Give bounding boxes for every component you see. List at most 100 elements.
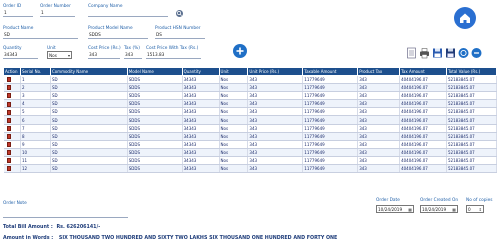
new-document-button[interactable] <box>406 47 417 59</box>
table-cell: SDDS <box>127 164 183 174</box>
save-button[interactable] <box>432 47 443 59</box>
col-taxable-amount: Taxable Amount <box>302 67 359 76</box>
order-note-field[interactable] <box>3 207 123 214</box>
row-action-cell[interactable] <box>3 124 21 133</box>
add-item-button[interactable] <box>233 44 247 58</box>
row-action-cell[interactable] <box>3 83 21 93</box>
table-row[interactable]: 1 SD SDDS 34343 Nos 343 11779649 343 40404196.07… <box>3 75 497 85</box>
copies-label: No of copies <box>466 198 493 203</box>
col-commodity: Commodity Name <box>49 67 128 76</box>
table-cell: SDDS <box>127 75 183 85</box>
table-row[interactable]: 12 SD SDDS 34343 Nos 343 11779649 343 40404196.0… <box>3 164 497 174</box>
quantity-field[interactable]: 34343 <box>3 52 38 59</box>
product-hsn-field[interactable]: DS <box>155 32 205 39</box>
delete-row-icon[interactable] <box>6 117 11 123</box>
table-cell: 343 <box>247 75 304 85</box>
product-hsn-label: Product HSN Number <box>155 26 201 31</box>
table-cell: 52183845.07 <box>446 156 497 166</box>
table-cell: 40404196.07 <box>399 164 447 174</box>
cost-with-tax-field: 1513.83 <box>146 52 201 59</box>
order-date-label: Order Date <box>376 198 400 203</box>
table-cell: 343 <box>247 115 304 125</box>
table-cell: 11779649 <box>302 107 359 117</box>
total-bill-row: Total Bill Amount : Rs. 626206141/- <box>3 225 100 230</box>
quantity-label: Quantity <box>3 46 22 51</box>
table-cell: 11779649 <box>302 83 359 93</box>
row-action-cell[interactable] <box>3 140 21 149</box>
table-cell: 34343 <box>182 99 220 109</box>
col-unit-price: Unit Price (Rs.) <box>247 67 304 76</box>
tax-field[interactable]: 343 <box>124 52 142 59</box>
table-cell: 11779649 <box>302 75 359 85</box>
row-action-cell[interactable] <box>3 132 21 141</box>
table-row[interactable]: 7 SD SDDS 34343 Nos 343 11779649 343 40404196.07… <box>3 124 497 133</box>
row-action-cell[interactable] <box>3 107 21 117</box>
col-action: Action <box>3 67 21 76</box>
row-action-cell[interactable] <box>3 164 21 174</box>
table-cell: Nos <box>219 75 249 85</box>
product-model-field[interactable]: SDDS <box>88 32 148 39</box>
print-button[interactable] <box>419 47 430 59</box>
row-action-cell[interactable] <box>3 148 21 157</box>
disk-button[interactable] <box>445 47 456 59</box>
table-row[interactable]: 8 SD SDDS 34343 Nos 343 11779649 343 40404196.07… <box>3 132 497 141</box>
table-cell: 40404196.07 <box>399 99 447 109</box>
row-action-cell[interactable] <box>3 99 21 109</box>
table-cell: SDDS <box>127 83 183 93</box>
chevron-down-icon: ▾ <box>67 53 70 58</box>
save-icon <box>433 48 442 58</box>
table-cell: 52183845.07 <box>446 115 497 125</box>
table-cell: 52183845.07 <box>446 75 497 85</box>
home-icon <box>460 13 470 23</box>
new-document-icon <box>407 47 416 59</box>
table-row[interactable]: 6 SD SDDS 34343 Nos 343 11779649 343 40404196.07… <box>3 115 497 125</box>
delete-row-icon[interactable] <box>6 142 11 148</box>
cost-price-field[interactable]: 343 <box>88 52 120 59</box>
delete-row-icon[interactable] <box>6 85 11 91</box>
table-row[interactable]: 5 SD SDDS 34343 Nos 343 11779649 343 40404196.07… <box>3 107 497 117</box>
order-date-picker[interactable]: 10/24/2019 ▦ <box>376 205 414 213</box>
row-action-cell[interactable] <box>3 115 21 125</box>
print-icon <box>420 48 429 59</box>
company-name-field[interactable] <box>88 10 168 17</box>
home-button[interactable] <box>454 7 476 29</box>
delete-row-icon[interactable] <box>6 133 11 139</box>
row-action-cell[interactable] <box>3 91 21 101</box>
order-created-picker[interactable]: 10/24/2019 ▦ <box>420 205 458 213</box>
table-cell: 40404196.07 <box>399 124 447 133</box>
order-id-field[interactable]: 1 <box>3 10 33 17</box>
copies-stepper[interactable]: 0 ⇕ <box>466 205 484 213</box>
table-row[interactable]: 10 SD SDDS 34343 Nos 343 11779649 343 40404196.0… <box>3 148 497 157</box>
table-row[interactable]: 2 SD SDDS 34343 Nos 343 11779649 343 40404196.07… <box>3 83 497 93</box>
delete-row-icon[interactable] <box>6 101 11 107</box>
table-cell: 52183845.07 <box>446 99 497 109</box>
table-row[interactable]: 3 SD SDDS 34343 Nos 343 11779649 343 40404196.07… <box>3 91 497 101</box>
table-cell: SDDS <box>127 107 183 117</box>
delete-row-icon[interactable] <box>6 109 11 115</box>
unit-select[interactable]: Nos ▾ <box>47 51 72 59</box>
product-name-label: Product Name <box>3 26 34 31</box>
table-cell: 343 <box>247 164 304 174</box>
table-cell: SD <box>50 107 128 117</box>
refresh-button[interactable] <box>458 47 469 59</box>
order-number-field[interactable]: 1 <box>40 10 75 17</box>
table-cell: 40404196.07 <box>399 140 447 149</box>
delete-button[interactable] <box>471 47 482 59</box>
table-cell: SDDS <box>127 132 183 141</box>
amount-words-value: SIX THOUSAND TWO HUNDRED AND SIXTY TWO L… <box>58 236 338 241</box>
col-tax-amount: Tax Amount <box>399 67 447 76</box>
table-row[interactable]: 11 SD SDDS 34343 Nos 343 11779649 343 40404196.0… <box>3 156 497 166</box>
delete-row-icon[interactable] <box>6 150 11 156</box>
row-action-cell[interactable] <box>3 156 21 166</box>
delete-row-icon[interactable] <box>6 93 11 99</box>
row-action-cell[interactable] <box>3 75 21 85</box>
delete-row-icon[interactable] <box>6 125 11 131</box>
table-row[interactable]: 4 SD SDDS 34343 Nos 343 11779649 343 40404196.07… <box>3 99 497 109</box>
delete-row-icon[interactable] <box>6 77 11 83</box>
company-search-button[interactable] <box>176 10 183 17</box>
table-cell: 343 <box>357 156 401 166</box>
product-name-field[interactable]: SD <box>3 32 78 39</box>
delete-row-icon[interactable] <box>6 158 11 164</box>
table-row[interactable]: 9 SD SDDS 34343 Nos 343 11779649 343 40404196.07… <box>3 140 497 149</box>
delete-row-icon[interactable] <box>6 166 11 172</box>
